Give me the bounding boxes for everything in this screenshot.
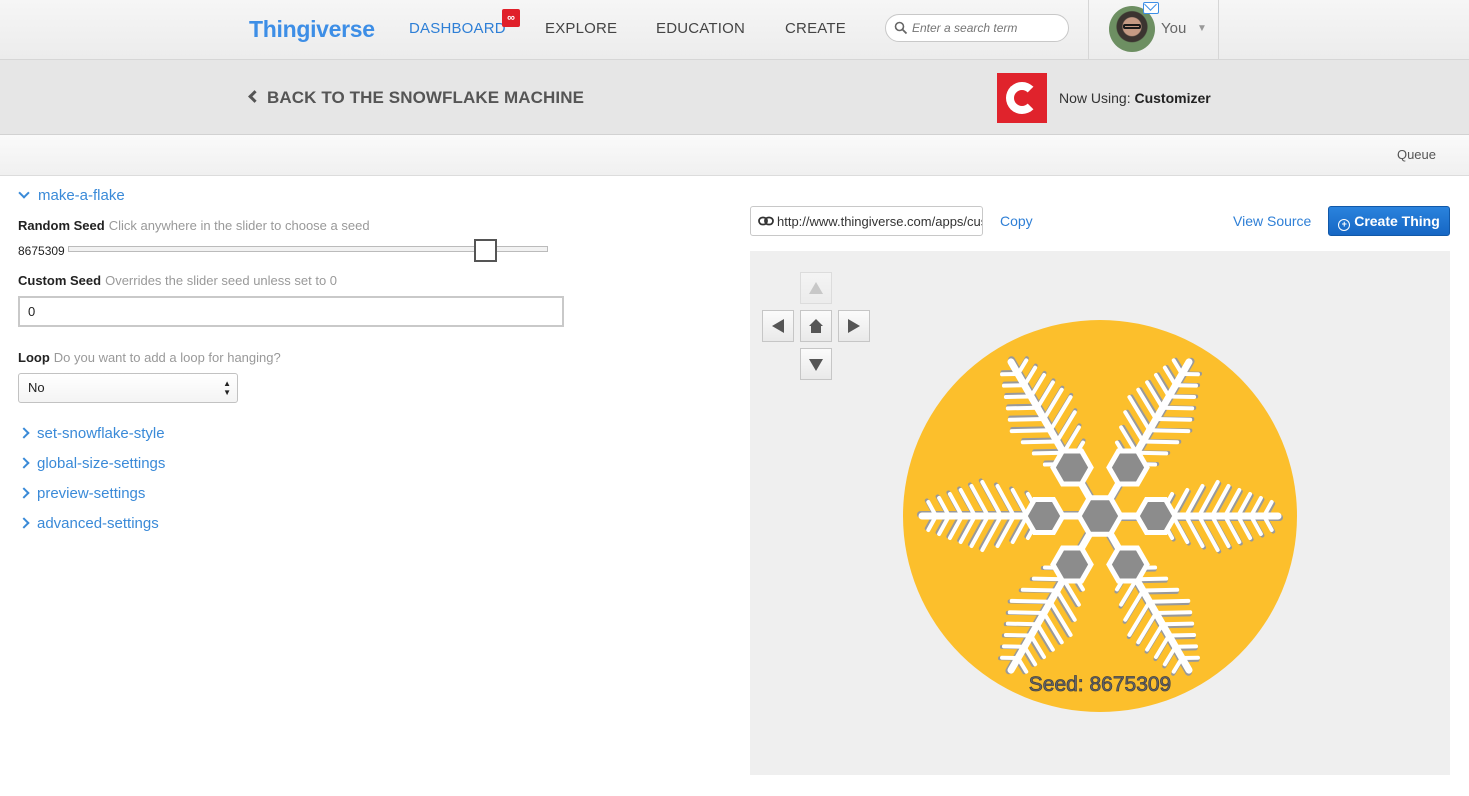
chevron-left-icon bbox=[248, 90, 261, 103]
chevron-right-icon bbox=[18, 457, 30, 469]
back-label: BACK TO THE SNOWFLAKE MACHINE bbox=[267, 88, 585, 107]
customizer-c-icon bbox=[1006, 82, 1038, 114]
app-header: BACK TO THE SNOWFLAKE MACHINE Now Using:… bbox=[0, 60, 1469, 135]
random-seed-value: 8675309 bbox=[18, 244, 65, 258]
select-arrows-icon: ▲ ▼ bbox=[223, 379, 231, 397]
queue-link[interactable]: Queue bbox=[1397, 147, 1436, 162]
snowflake-render: Seed: 8675309 bbox=[903, 320, 1297, 712]
section-label: advanced-settings bbox=[37, 515, 159, 532]
queue-bar: Queue bbox=[0, 135, 1469, 176]
center-hex bbox=[1076, 495, 1124, 537]
create-thing-button[interactable]: + Create Thing bbox=[1328, 206, 1450, 236]
top-navbar: Thingiverse DASHBOARD ∞ EXPLORE EDUCATIO… bbox=[0, 0, 1469, 60]
center-hex bbox=[1106, 545, 1150, 584]
chevron-down-icon bbox=[18, 187, 30, 199]
param-name: Random Seed bbox=[18, 218, 105, 233]
section-preview-settings[interactable]: preview-settings bbox=[18, 485, 146, 502]
mail-icon[interactable] bbox=[1143, 2, 1159, 14]
now-using-prefix: Now Using: bbox=[1059, 90, 1131, 106]
slider-thumb[interactable] bbox=[474, 239, 498, 262]
view-source-link[interactable]: View Source bbox=[1233, 213, 1311, 229]
nav-education[interactable]: EDUCATION bbox=[656, 20, 745, 37]
preview-viewer[interactable]: Seed: 8675309 bbox=[750, 251, 1450, 775]
section-label: make-a-flake bbox=[38, 187, 125, 204]
search-input[interactable] bbox=[912, 19, 1062, 37]
user-menu[interactable]: You ▼ bbox=[1088, 0, 1219, 60]
section-advanced-settings[interactable]: advanced-settings bbox=[18, 515, 159, 532]
share-url-field[interactable]: http://www.thingiverse.com/apps/customiz… bbox=[750, 206, 983, 236]
section-set-snowflake-style[interactable]: set-snowflake-style bbox=[18, 425, 165, 442]
nav-explore[interactable]: EXPLORE bbox=[545, 20, 617, 37]
center-hex bbox=[1022, 497, 1066, 535]
section-label: preview-settings bbox=[37, 485, 146, 502]
param-hint: Click anywhere in the slider to choose a… bbox=[108, 218, 370, 233]
search-box bbox=[885, 14, 1069, 42]
chevron-right-icon bbox=[18, 487, 30, 499]
center-hex bbox=[1134, 497, 1178, 535]
back-link[interactable]: BACK TO THE SNOWFLAKE MACHINE bbox=[248, 88, 585, 108]
loop-select[interactable]: No ▲ ▼ bbox=[18, 373, 238, 403]
loop-selected: No bbox=[28, 380, 45, 395]
copy-link[interactable]: Copy bbox=[1000, 213, 1033, 229]
create-thing-label: Create Thing bbox=[1354, 213, 1440, 229]
param-name: Loop bbox=[18, 350, 50, 365]
chevron-down-icon[interactable]: ▼ bbox=[1197, 23, 1207, 34]
section-make-a-flake[interactable]: make-a-flake bbox=[18, 187, 125, 204]
share-url: http://www.thingiverse.com/apps/customiz… bbox=[777, 214, 982, 229]
random-seed-label: Random Seed Click anywhere in the slider … bbox=[18, 218, 370, 233]
now-using: Now Using: Customizer bbox=[1059, 90, 1211, 106]
search-icon bbox=[894, 21, 908, 35]
center-hex bbox=[1106, 448, 1150, 487]
nav-dashboard[interactable]: DASHBOARD bbox=[409, 20, 506, 37]
center-hex bbox=[1050, 545, 1094, 584]
link-icon bbox=[758, 216, 774, 226]
now-using-app: Customizer bbox=[1134, 90, 1211, 106]
custom-seed-label: Custom Seed Overrides the slider seed unl… bbox=[18, 273, 337, 288]
loop-label: Loop Do you want to add a loop for hangin… bbox=[18, 350, 281, 365]
param-hint: Do you want to add a loop for hanging? bbox=[53, 350, 281, 365]
customizer-logo bbox=[997, 73, 1047, 123]
section-label: set-snowflake-style bbox=[37, 425, 165, 442]
dashboard-badge: ∞ bbox=[502, 9, 520, 27]
nav-create[interactable]: CREATE bbox=[785, 20, 846, 37]
section-label: global-size-settings bbox=[37, 455, 166, 472]
seed-label: Seed: 8675309 bbox=[1029, 673, 1171, 696]
center-hex bbox=[1050, 448, 1094, 487]
user-name[interactable]: You bbox=[1161, 20, 1186, 37]
section-global-size-settings[interactable]: global-size-settings bbox=[18, 455, 166, 472]
avatar-glasses bbox=[1123, 24, 1141, 29]
plus-circle-icon: + bbox=[1338, 219, 1351, 231]
chevron-right-icon bbox=[18, 427, 30, 439]
thingiverse-logo[interactable]: Thingiverse bbox=[249, 16, 375, 43]
chevron-right-icon bbox=[18, 517, 30, 529]
param-hint: Overrides the slider seed unless set to … bbox=[105, 273, 338, 288]
param-name: Custom Seed bbox=[18, 273, 102, 288]
custom-seed-input[interactable]: 0 bbox=[18, 296, 564, 327]
